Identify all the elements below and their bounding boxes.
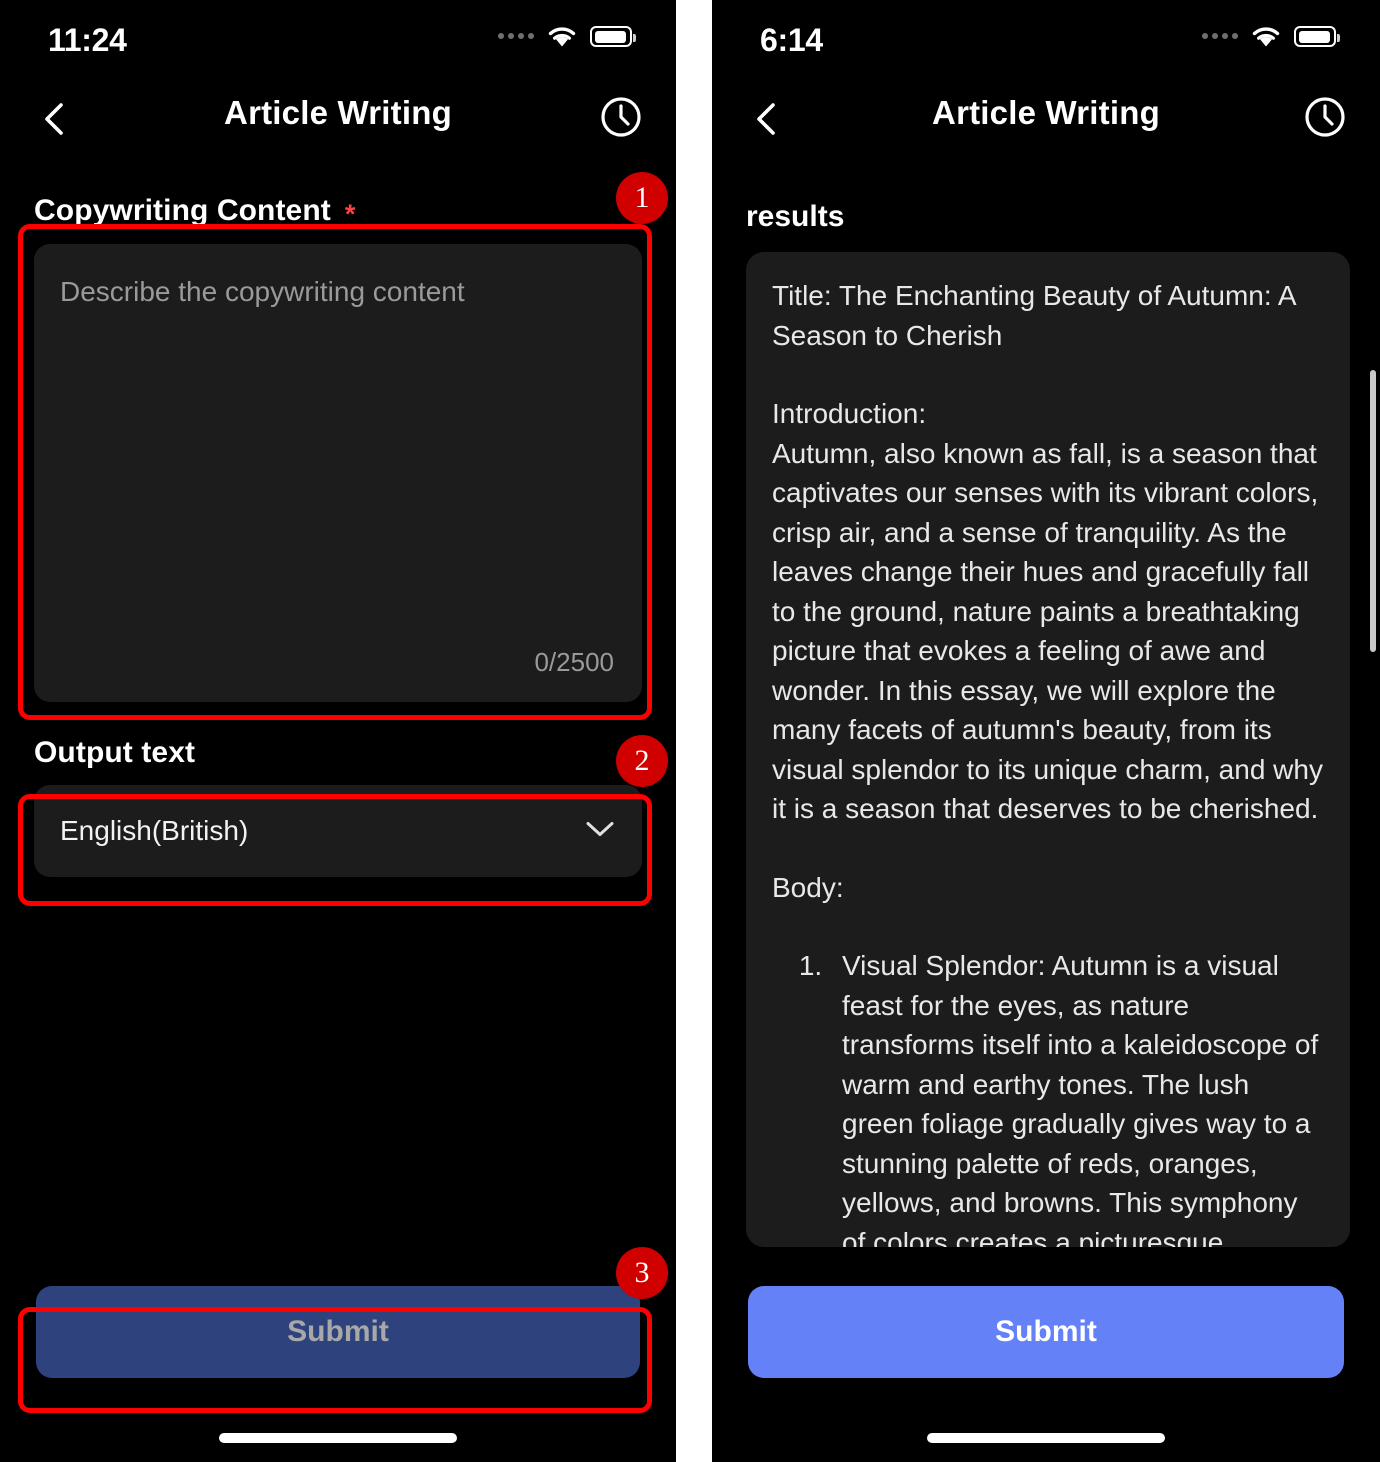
wifi-icon xyxy=(1252,27,1280,47)
copywriting-content-label: Copywriting Content * xyxy=(34,194,642,228)
status-time: 11:24 xyxy=(48,22,127,58)
wifi-icon xyxy=(548,27,576,47)
character-counter: 0/2500 xyxy=(534,647,614,677)
output-language-select[interactable]: English(British) xyxy=(34,785,642,877)
copywriting-content-label-text: Copywriting Content xyxy=(34,194,331,227)
output-text-label-text: Output text xyxy=(34,736,196,769)
page-title: Article Writing xyxy=(224,94,452,131)
output-text-label: Output text xyxy=(34,736,642,770)
history-button[interactable] xyxy=(1302,94,1348,140)
battery-icon xyxy=(590,26,636,47)
clock-icon xyxy=(1305,97,1345,137)
nav-bar-right: Article Writing xyxy=(712,78,1380,160)
screenshot-stage: 11:24 Article Writing Copywriting Conten… xyxy=(0,0,1380,1462)
history-button[interactable] xyxy=(598,94,644,140)
copywriting-placeholder: Describe the copywriting content xyxy=(60,276,465,307)
required-asterisk: * xyxy=(344,198,356,229)
result-introduction-heading: Introduction: xyxy=(772,398,927,429)
list-item: Visual Splendor: Autumn is a visual feas… xyxy=(830,946,1324,1247)
form-area: Copywriting Content * Describe the copyw… xyxy=(0,194,676,877)
status-icons xyxy=(1202,24,1340,49)
nav-bar-left: Article Writing xyxy=(0,78,676,160)
home-indicator xyxy=(219,1433,457,1443)
signal-dots-icon xyxy=(498,32,534,39)
submit-button[interactable]: Submit xyxy=(748,1286,1344,1378)
right-phone-screen: 6:14 Article Writing results Title: The … xyxy=(712,0,1380,1462)
result-title: Title: The Enchanting Beauty of Autumn: … xyxy=(772,280,1303,351)
output-language-value: English(British) xyxy=(60,815,249,846)
status-bar-left: 11:24 xyxy=(0,0,676,78)
left-phone-screen: 11:24 Article Writing Copywriting Conten… xyxy=(0,0,676,1462)
results-label: results xyxy=(746,200,845,233)
submit-button[interactable]: Submit xyxy=(36,1286,640,1378)
signal-dots-icon xyxy=(1202,32,1238,39)
results-card[interactable]: Title: The Enchanting Beauty of Autumn: … xyxy=(746,252,1350,1247)
clock-icon xyxy=(601,97,641,137)
result-body-list: Visual Splendor: Autumn is a visual feas… xyxy=(772,946,1324,1247)
result-introduction-body: Autumn, also known as fall, is a season … xyxy=(772,437,1331,825)
status-bar-right: 6:14 xyxy=(712,0,1380,78)
chevron-down-icon xyxy=(584,819,616,844)
home-indicator xyxy=(927,1433,1165,1443)
scrollbar-thumb[interactable] xyxy=(1370,370,1376,652)
status-icons xyxy=(498,24,636,49)
status-time: 6:14 xyxy=(760,22,823,58)
result-body-heading: Body: xyxy=(772,871,844,903)
battery-icon xyxy=(1294,26,1340,47)
copywriting-content-input[interactable]: Describe the copywriting content 0/2500 xyxy=(34,244,642,702)
page-title: Article Writing xyxy=(932,94,1160,131)
